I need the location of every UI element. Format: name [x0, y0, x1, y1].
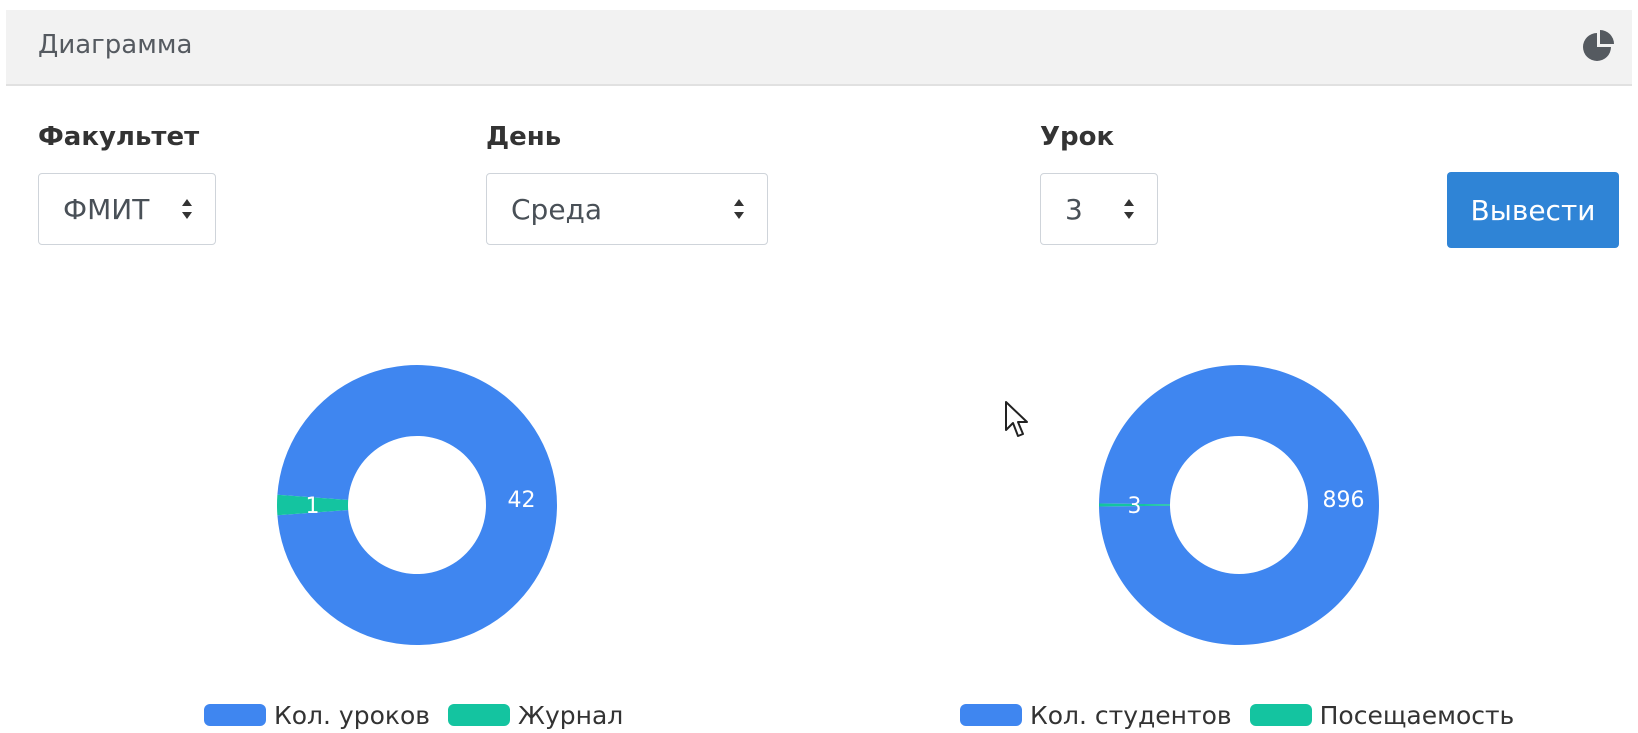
lesson-select-value: 3	[1065, 193, 1083, 226]
pie-chart-icon	[1583, 30, 1614, 61]
legend-label: Кол. уроков	[274, 700, 431, 730]
slice-value-label: 896	[1323, 488, 1365, 513]
students-chart-legend: Кол. студентов Посещаемость	[960, 700, 1532, 730]
lessons-chart-legend: Кол. уроков Журнал	[204, 700, 641, 730]
legend-item[interactable]: Кол. уроков	[204, 701, 430, 730]
sort-arrows-icon	[182, 199, 192, 219]
faculty-label: Факультет	[38, 122, 200, 152]
faculty-select-value: ФМИТ	[63, 193, 150, 226]
legend-item[interactable]: Журнал	[448, 701, 623, 730]
legend-item[interactable]: Кол. студентов	[960, 701, 1232, 730]
day-label: День	[486, 122, 562, 152]
legend-swatch	[960, 704, 1022, 726]
sort-arrows-icon	[734, 199, 744, 219]
submit-button[interactable]: Вывести	[1447, 172, 1619, 248]
students-donut-chart: 896 3	[1094, 360, 1384, 650]
sort-arrows-icon	[1124, 199, 1134, 219]
lesson-select[interactable]: 3	[1040, 173, 1158, 245]
legend-label: Кол. студентов	[1030, 700, 1232, 730]
faculty-select[interactable]: ФМИТ	[38, 173, 216, 245]
legend-label: Журнал	[518, 700, 624, 730]
lesson-label: Урок	[1040, 122, 1115, 152]
day-select-value: Среда	[511, 193, 603, 226]
slice-value-label: 42	[508, 488, 536, 513]
panel-header: Диаграмма	[6, 10, 1632, 86]
mouse-cursor-icon	[1005, 401, 1028, 437]
panel-title: Диаграмма	[38, 30, 193, 60]
lessons-donut-chart: 42 1	[272, 360, 562, 650]
day-select[interactable]: Среда	[486, 173, 768, 245]
legend-swatch	[1249, 704, 1312, 726]
legend-swatch	[204, 704, 266, 726]
slice-value-label: 3	[1128, 494, 1142, 519]
legend-label: Посещаемость	[1319, 700, 1515, 730]
legend-item[interactable]: Посещаемость	[1249, 700, 1515, 730]
legend-swatch	[448, 704, 511, 726]
slice-value-label: 1	[306, 494, 320, 519]
